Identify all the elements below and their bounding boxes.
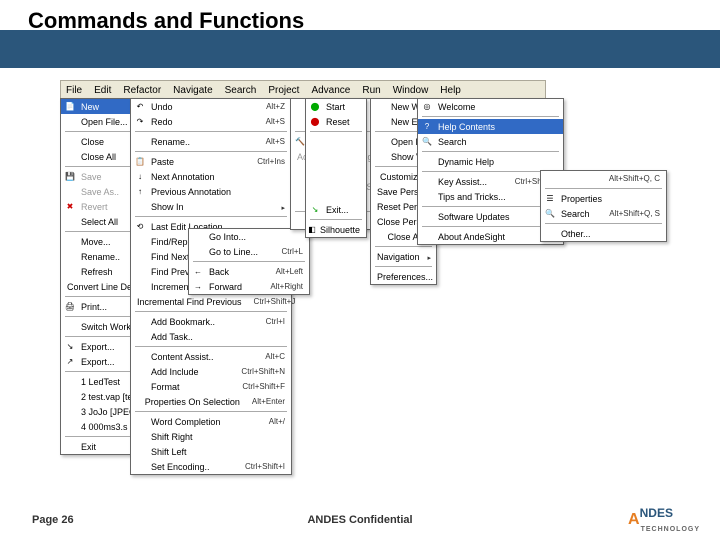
menu-item-add-task[interactable]: Add Task..: [131, 329, 291, 344]
menu-item-content-assist[interactable]: Content Assist..Alt+C: [131, 349, 291, 364]
export-icon: ↗: [63, 355, 77, 369]
brand-logo: A NDES TECHNOLOGY: [628, 506, 700, 534]
menu-item-redo[interactable]: ↷RedoAlt+S: [131, 114, 291, 129]
menu-item-welcome[interactable]: ◎Welcome: [418, 99, 563, 114]
menu-item-reset[interactable]: ⬤Reset: [306, 114, 366, 129]
menu-item-paste[interactable]: 📋PasteCtrl+Ins: [131, 154, 291, 169]
logo-a-icon: A: [628, 511, 640, 529]
menu-item-start[interactable]: ⬤Start: [306, 99, 366, 114]
reset-icon: ⬤: [308, 115, 322, 129]
start-icon: ⬤: [308, 100, 322, 114]
menu-item-view-search[interactable]: 🔍SearchAlt+Shift+Q, S: [541, 206, 666, 221]
save-icon: 💾: [63, 170, 77, 184]
welcome-icon: ◎: [420, 100, 434, 114]
menu-item-show-in[interactable]: Show In: [131, 199, 291, 214]
menu-item-inc-find-prev[interactable]: Incremental Find PreviousCtrl+Shift+J: [131, 294, 291, 309]
menu-item-rename2[interactable]: Rename..Alt+S: [131, 134, 291, 149]
menubar-refactor[interactable]: Refactor: [120, 85, 164, 96]
menu-item-set-enc[interactable]: Set Encoding..Ctrl+Shift+I: [131, 459, 291, 474]
menu-item-preferences[interactable]: Preferences...: [371, 269, 436, 284]
menu-item-add-include[interactable]: Add IncludeCtrl+Shift+N: [131, 364, 291, 379]
menu-item-silhouette[interactable]: ◧Silhouette: [306, 222, 366, 237]
menubar-advance[interactable]: Advance: [308, 85, 353, 96]
menubar-file[interactable]: File: [63, 85, 85, 96]
undo-icon: ↶: [133, 100, 147, 114]
print-icon: 🖨: [63, 300, 77, 314]
menu-item-word-comp[interactable]: Word CompletionAlt+/: [131, 414, 291, 429]
import-icon: ↘: [63, 340, 77, 354]
menu-item-navigation[interactable]: Navigation: [371, 249, 436, 264]
slide-title: Commands and Functions: [28, 8, 304, 34]
menu-item-view-other[interactable]: Other...: [541, 226, 666, 241]
menu-item-view-a[interactable]: Alt+Shift+Q, C: [541, 171, 666, 186]
menubar-run[interactable]: Run: [359, 85, 383, 96]
menu-item-shift-left[interactable]: Shift Left: [131, 444, 291, 459]
navigate-menu: Go Into... Go to Line...Ctrl+L ←BackAlt+…: [188, 228, 310, 295]
menu-item-format[interactable]: FormatCtrl+Shift+F: [131, 379, 291, 394]
menu-item-back[interactable]: ←BackAlt+Left: [189, 264, 309, 279]
menubar-search[interactable]: Search: [222, 85, 260, 96]
menubar-navigate[interactable]: Navigate: [170, 85, 215, 96]
confidential-label: ANDES Confidential: [307, 514, 412, 526]
menu-item-forward[interactable]: →ForwardAlt+Right: [189, 279, 309, 294]
redo-icon: ↷: [133, 115, 147, 129]
menubar-edit[interactable]: Edit: [91, 85, 114, 96]
menu-item-shift-right[interactable]: Shift Right: [131, 429, 291, 444]
prev-icon: ↑: [133, 185, 147, 199]
arrow-left-icon: ←: [191, 265, 205, 279]
exit-icon: ↘: [308, 203, 322, 217]
menubar[interactable]: File Edit Refactor Navigate Search Proje…: [60, 80, 546, 100]
properties-icon: ☰: [543, 192, 557, 206]
paste-icon: 📋: [133, 155, 147, 169]
menu-item-go-to-line[interactable]: Go to Line...Ctrl+L: [189, 244, 309, 259]
menu-item-next-ann[interactable]: ↓Next Annotation: [131, 169, 291, 184]
menubar-window[interactable]: Window: [390, 85, 432, 96]
menu-item-go-into[interactable]: Go Into...: [189, 229, 309, 244]
menu-item-add-bookmark[interactable]: Add Bookmark..Ctrl+I: [131, 314, 291, 329]
menu-item-dynamic-help[interactable]: Dynamic Help: [418, 154, 563, 169]
page-number: Page 26: [32, 514, 74, 526]
help-icon: ?: [420, 120, 434, 134]
show-view-submenu: Alt+Shift+Q, C ☰Properties 🔍SearchAlt+Sh…: [540, 170, 667, 242]
arrow-right-icon: →: [191, 280, 205, 294]
menu-item-undo[interactable]: ↶UndoAlt+Z: [131, 99, 291, 114]
menu-item-exit-adv[interactable]: ↘Exit...: [306, 202, 366, 217]
delete-icon: ✖: [63, 200, 77, 214]
search-icon: 🔍: [543, 207, 557, 221]
menubar-help[interactable]: Help: [437, 85, 464, 96]
menu-item-help-contents[interactable]: ?Help Contents: [418, 119, 563, 134]
next-icon: ↓: [133, 170, 147, 184]
new-icon: 📄: [63, 100, 77, 114]
back-icon: ⟲: [133, 220, 147, 234]
menu-item-prev-ann[interactable]: ↑Previous Annotation: [131, 184, 291, 199]
advance-menu: ⬤Start ⬤Reset ↘Exit... ◧Silhouette: [305, 98, 367, 238]
search-icon: 🔍: [420, 135, 434, 149]
menu-item-search[interactable]: 🔍Search: [418, 134, 563, 149]
sil-icon: ◧: [308, 223, 316, 237]
menu-item-view-props[interactable]: ☰Properties: [541, 191, 666, 206]
menubar-project[interactable]: Project: [265, 85, 302, 96]
menu-item-props-sel[interactable]: Properties On SelectionAlt+Enter: [131, 394, 291, 409]
